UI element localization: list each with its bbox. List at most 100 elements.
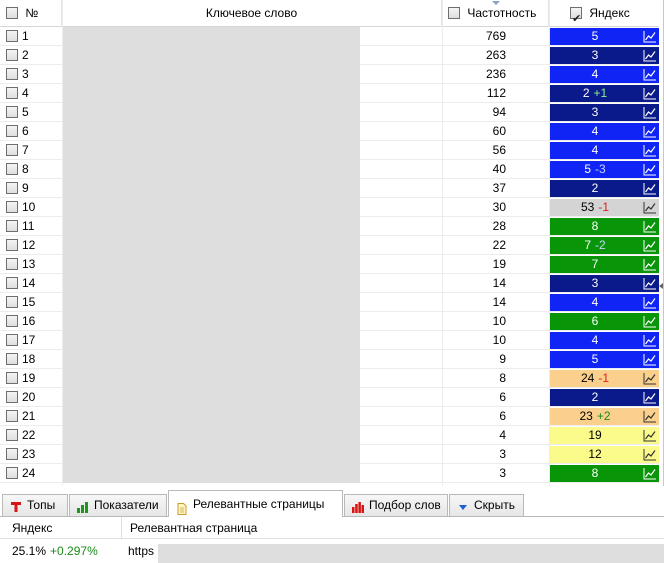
position-chart-icon[interactable] (643, 315, 657, 328)
position-chart-icon[interactable] (643, 353, 657, 366)
row-checkbox[interactable] (6, 466, 18, 479)
yandex-position-cell[interactable]: 4 (550, 332, 659, 349)
position-chart-icon[interactable] (643, 30, 657, 43)
position-chart-icon[interactable] (643, 201, 657, 214)
position-chart-icon[interactable] (643, 144, 657, 157)
table-row[interactable]: 1 769 5 (0, 27, 659, 46)
yandex-position-cell[interactable]: 3 (550, 104, 659, 121)
position-chart-icon[interactable] (643, 372, 657, 385)
table-row[interactable]: 19 8 24 -1 (0, 369, 659, 388)
row-checkbox[interactable] (6, 143, 18, 156)
yandex-position-cell[interactable]: 3 (550, 47, 659, 64)
yandex-position-cell[interactable]: 4 (550, 294, 659, 311)
table-row[interactable]: 21 6 23 +2 (0, 407, 659, 426)
table-row[interactable]: 9 37 2 (0, 179, 659, 198)
table-row[interactable]: 12 22 7 -2 (0, 236, 659, 255)
position-chart-icon[interactable] (643, 182, 657, 195)
table-row[interactable]: 7 56 4 (0, 141, 659, 160)
relevant-page-row[interactable]: 25.1% +0.297% https (0, 539, 664, 563)
yandex-position-cell[interactable]: 53 -1 (550, 199, 659, 216)
position-chart-icon[interactable] (643, 220, 657, 233)
yandex-position-cell[interactable]: 3 (550, 275, 659, 292)
position-chart-icon[interactable] (643, 239, 657, 252)
position-chart-icon[interactable] (643, 467, 657, 480)
yandex-position-cell[interactable]: 6 (550, 313, 659, 330)
yandex-position-cell[interactable]: 4 (550, 123, 659, 140)
table-row[interactable]: 2 263 3 (0, 46, 659, 65)
row-checkbox[interactable] (6, 238, 18, 251)
table-row[interactable]: 24 3 8 (0, 464, 659, 483)
row-checkbox[interactable] (6, 67, 18, 80)
tab-hide[interactable]: Скрыть (449, 494, 524, 516)
splitter-arrow-icon[interactable] (659, 283, 663, 289)
table-row[interactable]: 10 30 53 -1 (0, 198, 659, 217)
yandex-position-cell[interactable]: 19 (550, 427, 659, 444)
table-row[interactable]: 22 4 19 (0, 426, 659, 445)
yandex-position-cell[interactable]: 2 (550, 180, 659, 197)
tab-relevant-pages[interactable]: Релевантные страницы (168, 490, 343, 517)
position-chart-icon[interactable] (643, 277, 657, 290)
yandex-position-cell[interactable]: 7 (550, 256, 659, 273)
table-row[interactable]: 17 10 4 (0, 331, 659, 350)
table-row[interactable]: 16 10 6 (0, 312, 659, 331)
position-chart-icon[interactable] (643, 410, 657, 423)
tab-indicators[interactable]: Показатели (69, 494, 167, 516)
position-chart-icon[interactable] (643, 258, 657, 271)
yandex-position-cell[interactable]: 8 (550, 465, 659, 482)
tab-tops[interactable]: Топы (2, 494, 68, 516)
row-checkbox[interactable] (6, 333, 18, 346)
row-checkbox[interactable] (6, 181, 18, 194)
row-checkbox[interactable] (6, 29, 18, 42)
table-row[interactable]: 5 94 3 (0, 103, 659, 122)
row-checkbox[interactable] (6, 371, 18, 384)
yandex-position-cell[interactable]: 2 +1 (550, 85, 659, 102)
table-row[interactable]: 23 3 12 (0, 445, 659, 464)
table-row[interactable]: 18 9 5 (0, 350, 659, 369)
row-checkbox[interactable] (6, 86, 18, 99)
table-row[interactable]: 13 19 7 (0, 255, 659, 274)
position-chart-icon[interactable] (643, 68, 657, 81)
header-num[interactable]: № (0, 0, 62, 27)
row-checkbox[interactable] (6, 162, 18, 175)
row-checkbox[interactable] (6, 276, 18, 289)
yandex-position-cell[interactable]: 5 (550, 28, 659, 45)
row-checkbox[interactable] (6, 295, 18, 308)
yandex-position-cell[interactable]: 23 +2 (550, 408, 659, 425)
yandex-position-cell[interactable]: 7 -2 (550, 237, 659, 254)
tab-word-selection[interactable]: Подбор слов (344, 494, 448, 516)
table-row[interactable]: 3 236 4 (0, 65, 659, 84)
header-keyword[interactable]: Ключевое слово (62, 0, 442, 27)
position-chart-icon[interactable] (643, 391, 657, 404)
row-checkbox[interactable] (6, 200, 18, 213)
table-row[interactable]: 4 112 2 +1 (0, 84, 659, 103)
column-yandex[interactable]: Яндекс (12, 517, 52, 539)
position-chart-icon[interactable] (643, 163, 657, 176)
column-relevant-page[interactable]: Релевантная страница (130, 517, 257, 539)
yandex-position-cell[interactable]: 4 (550, 66, 659, 83)
yandex-position-cell[interactable]: 5 (550, 351, 659, 368)
yandex-position-cell[interactable]: 8 (550, 218, 659, 235)
row-checkbox[interactable] (6, 48, 18, 61)
table-row[interactable]: 6 60 4 (0, 122, 659, 141)
row-checkbox[interactable] (6, 257, 18, 270)
position-chart-icon[interactable] (643, 448, 657, 461)
table-row[interactable]: 15 14 4 (0, 293, 659, 312)
position-chart-icon[interactable] (643, 296, 657, 309)
yandex-position-cell[interactable]: 5 -3 (550, 161, 659, 178)
position-chart-icon[interactable] (643, 125, 657, 138)
position-chart-icon[interactable] (643, 334, 657, 347)
position-chart-icon[interactable] (643, 106, 657, 119)
row-checkbox[interactable] (6, 124, 18, 137)
row-checkbox[interactable] (6, 447, 18, 460)
row-checkbox[interactable] (6, 219, 18, 232)
table-row[interactable]: 20 6 2 (0, 388, 659, 407)
table-row[interactable]: 8 40 5 -3 (0, 160, 659, 179)
table-row[interactable]: 14 14 3 (0, 274, 659, 293)
select-all-checkbox[interactable] (6, 6, 18, 19)
table-row[interactable]: 11 28 8 (0, 217, 659, 236)
yandex-checkbox[interactable] (570, 5, 582, 32)
position-chart-icon[interactable] (643, 49, 657, 62)
row-checkbox[interactable] (6, 409, 18, 422)
relevant-page-url[interactable]: https (128, 539, 154, 563)
position-chart-icon[interactable] (643, 87, 657, 100)
